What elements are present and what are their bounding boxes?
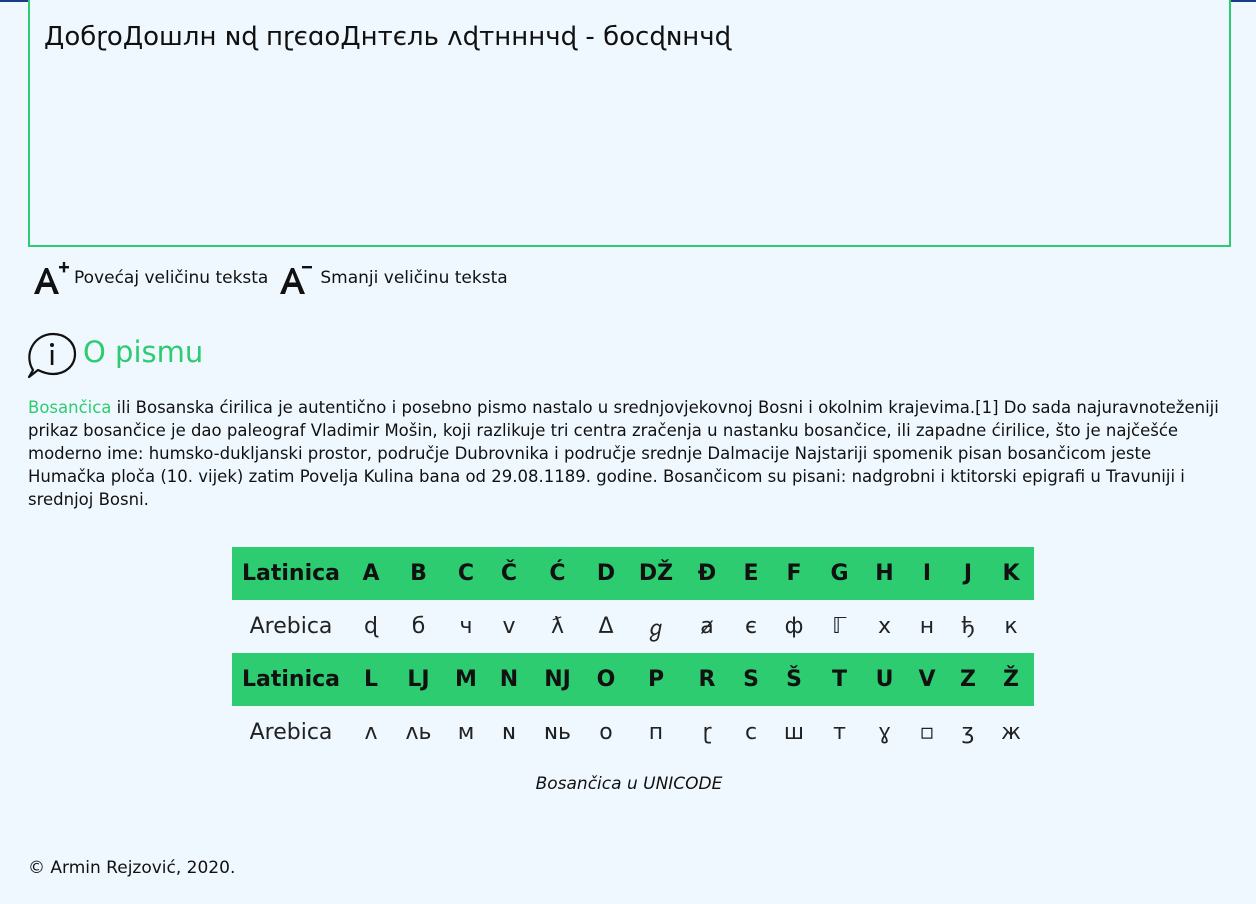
latin-letter-cell: R xyxy=(684,653,730,706)
latin-letter-cell: V xyxy=(906,653,948,706)
arebica-letter-cell: ђ xyxy=(961,614,975,639)
bosancica-link[interactable]: Bosančica xyxy=(28,398,111,417)
latinica-header-cell: Latinica xyxy=(232,653,350,706)
latin-letter-cell: U xyxy=(863,653,906,706)
latin-letter-cell: NJ xyxy=(531,653,584,706)
arebica-letter-cell: ʒ xyxy=(961,720,975,745)
latin-letter-cell: Š xyxy=(772,653,816,706)
arebica-letter-cell: м xyxy=(457,720,475,745)
latin-letter-cell: DŽ xyxy=(628,547,684,600)
font-decrease-icon xyxy=(280,266,313,294)
alphabet-table: Latinica A B C Č Ć D DŽ Đ E F G H I J K Arebica ɖ б ч ⅴ ƛ Δℊ ⱥ є… xyxy=(232,547,1034,759)
latin-letter-cell: LJ xyxy=(392,653,445,706)
latin-letter-cell: Z xyxy=(948,653,988,706)
output-text: ДобɽоДошлн ɴɖ пɽєɑоДнтєль ʌɖтнннчɖ - бос… xyxy=(44,22,732,52)
latin-letter-cell: C xyxy=(445,547,487,600)
decrease-font-label: Smanji veličinu teksta xyxy=(320,268,508,288)
arebica-letter-cell: ɣ xyxy=(877,720,892,745)
latin-letter-cell: K xyxy=(988,547,1034,600)
decrease-font-button[interactable]: Smanji veličinu teksta xyxy=(278,260,508,298)
latin-letter-cell: N xyxy=(487,653,531,706)
arebica-letter-cell: ℾ xyxy=(832,614,847,639)
latin-letter-cell: Ž xyxy=(988,653,1034,706)
about-body-text: ili Bosanska ćirilica je autentično i po… xyxy=(28,398,1219,509)
arebica-letter-cell: ⱥ xyxy=(700,614,714,639)
latin-letter-cell: J xyxy=(948,547,988,600)
arebica-letter-cell: ɽ xyxy=(702,720,712,745)
latinica-header-cell: Latinica xyxy=(232,547,350,600)
latin-letter-cell: P xyxy=(628,653,684,706)
arebica-letter-cell: ƛ xyxy=(550,614,565,639)
about-paragraph: Bosančica ili Bosanska ćirilica je auten… xyxy=(28,396,1228,511)
table-caption: Bosančica u UNICODE xyxy=(535,774,723,794)
latin-letter-cell: D xyxy=(584,547,628,600)
arebica-letter-cell: ф xyxy=(784,614,804,639)
latin-letter-cell: L xyxy=(350,653,392,706)
latin-letter-cell: Ć xyxy=(531,547,584,600)
latin-letter-cell: H xyxy=(863,547,906,600)
transliteration-output[interactable]: ДобɽоДошлн ɴɖ пɽєɑоДнтєль ʌɖтнннчɖ - бос… xyxy=(28,0,1231,247)
arebica-letter-cell: ж xyxy=(1001,720,1021,745)
font-increase-icon xyxy=(34,262,69,294)
arebica-letter-cell: о xyxy=(599,720,613,745)
info-speech-bubble-icon xyxy=(27,332,77,379)
latin-letter-cell: M xyxy=(445,653,487,706)
arebica-letter-cell: х xyxy=(877,614,892,639)
arebica-letter-cell: є xyxy=(744,614,758,639)
arebica-letter-cell: б xyxy=(411,614,426,639)
latin-letter-cell: Đ xyxy=(684,547,730,600)
arebica-letter-cell: ʌь xyxy=(405,720,432,745)
section-header: O pismu xyxy=(27,330,203,382)
arebica-header-cell: Arebica xyxy=(249,614,333,639)
latin-letter-cell: T xyxy=(816,653,863,706)
arebica-letter-cell: ɖ xyxy=(364,614,378,639)
arebica-letter-cell: п xyxy=(648,720,664,745)
font-size-controls: Povećaj veličinu teksta Smanji veličinu … xyxy=(32,260,518,298)
arebica-letter-cell: ʌ xyxy=(364,720,378,745)
arebica-letter-cell: с xyxy=(744,720,758,745)
increase-font-button[interactable]: Povećaj veličinu teksta xyxy=(32,260,268,298)
arebica-letter-cell: Δ xyxy=(598,614,614,639)
latin-letter-cell: G xyxy=(816,547,863,600)
arebica-letter-cell: к xyxy=(1004,614,1018,639)
latin-letter-cell: E xyxy=(730,547,772,600)
arebica-letter-cell: ▫ xyxy=(919,720,935,745)
latin-letter-cell: B xyxy=(392,547,445,600)
copyright-footer: © Armin Rejzović, 2020. xyxy=(28,858,236,878)
latin-letter-cell: I xyxy=(906,547,948,600)
arebica-letter-cell: т xyxy=(833,720,846,745)
latin-letter-cell: F xyxy=(772,547,816,600)
latin-letter-cell: S xyxy=(730,653,772,706)
section-title: O pismu xyxy=(83,335,204,369)
arebica-letter-cell: ɴь xyxy=(544,720,571,745)
arebica-header-cell: Arebica xyxy=(249,720,333,745)
arebica-letter-cell: ℊ xyxy=(644,616,667,642)
latinica-row: Latinica A B C Č Ć D DŽ Đ E F G H I J K xyxy=(232,547,1034,600)
latin-letter-cell: Č xyxy=(487,547,531,600)
latinica-row: Latinica L LJ M N NJ O P R S Š T U V Z Ž xyxy=(232,653,1034,706)
arebica-row: Arebica ɖ б ч ⅴ ƛ Δℊ ⱥ є ф ℾх н ђ к xyxy=(232,600,1034,653)
arebica-letter-cell: ш xyxy=(783,720,805,745)
increase-font-label: Povećaj veličinu teksta xyxy=(74,268,269,288)
arebica-letter-cell: ⅴ xyxy=(502,614,516,639)
arebica-row: Arebica ʌ ʌь м ɴ ɴь о п ɽ с ш т ɣ ▫ ʒ ж xyxy=(232,706,1034,759)
arebica-letter-cell: ɴ xyxy=(502,720,516,745)
arebica-letter-cell: н xyxy=(919,614,935,639)
latin-letter-cell: O xyxy=(584,653,628,706)
arebica-letter-cell: ч xyxy=(459,614,473,639)
latin-letter-cell: A xyxy=(350,547,392,600)
